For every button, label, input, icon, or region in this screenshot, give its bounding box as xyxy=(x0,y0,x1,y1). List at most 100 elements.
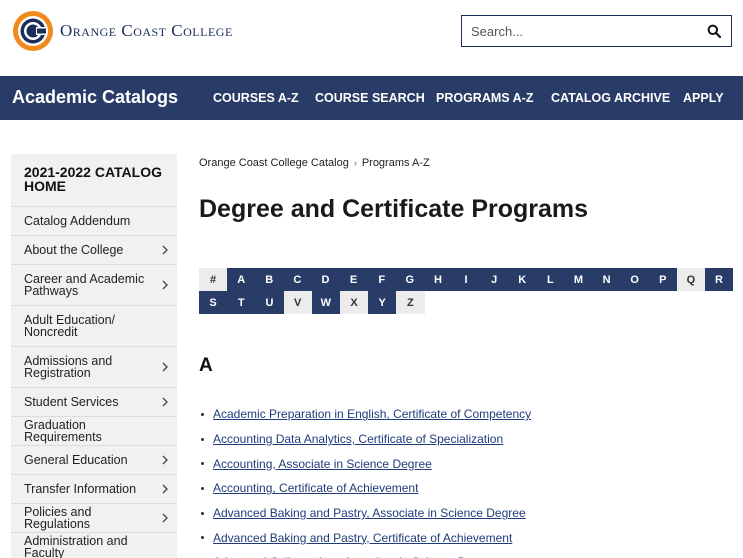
sidebar-item[interactable]: Student Services xyxy=(11,388,177,417)
letter-index-row: # A B C D E F G H I J K L M N O P Q R xyxy=(199,268,734,291)
letter-index-button[interactable]: B xyxy=(255,268,284,291)
chevron-right-icon[interactable] xyxy=(161,362,169,372)
sidebar-item-label: Student Services xyxy=(24,395,119,409)
nav-programs-a-z[interactable]: PROGRAMS A-Z xyxy=(436,91,533,105)
letter-index-button[interactable]: S xyxy=(199,291,228,314)
bullet-icon xyxy=(201,437,204,441)
list-item: Accounting, Associate in Science Degree xyxy=(201,451,531,476)
letter-index-button[interactable]: R xyxy=(704,268,734,291)
program-link[interactable]: Accounting Data Analytics, Certificate o… xyxy=(213,432,503,446)
sidebar-catalog-home[interactable]: 2021-2022 CATALOG HOME xyxy=(11,154,177,207)
college-logo-icon[interactable] xyxy=(12,10,54,52)
letter-index-button[interactable]: M xyxy=(564,268,593,291)
chevron-right-icon[interactable] xyxy=(161,513,169,523)
program-link[interactable]: Academic Preparation in English, Certifi… xyxy=(213,407,531,421)
sidebar-item[interactable]: Transfer Information xyxy=(11,475,177,504)
breadcrumb-current: Programs A-Z xyxy=(361,157,430,169)
bullet-icon xyxy=(201,462,204,466)
program-link[interactable]: Advanced Baking and Pastry, Associate in… xyxy=(213,506,526,520)
letter-index-button[interactable]: T xyxy=(227,291,256,314)
list-item: Advanced Baking and Pastry, Associate in… xyxy=(201,501,531,526)
nav-apply[interactable]: APPLY xyxy=(683,91,724,105)
sidebar-item[interactable]: Admissions and Registration xyxy=(11,347,177,388)
list-item: Advanced Baking and Pastry, Certificate … xyxy=(201,525,531,550)
letter-index-row: STUVWXYZ xyxy=(199,291,733,314)
list-item: Accounting Data Analytics, Certificate o… xyxy=(201,427,531,452)
letter-index-button: Z xyxy=(396,291,425,314)
letter-index-button[interactable]: N xyxy=(592,268,621,291)
sidebar-item-label: Policies and Regulations xyxy=(24,505,92,531)
search-box[interactable] xyxy=(461,15,732,47)
program-list: Academic Preparation in English, Certifi… xyxy=(201,402,531,558)
letter-index-button[interactable]: A xyxy=(227,268,256,291)
page-title: Degree and Certificate Programs xyxy=(199,195,589,223)
letter-index-button[interactable]: W xyxy=(311,291,340,314)
sidebar-item[interactable]: Graduation Requirements xyxy=(11,417,177,446)
catalog-brand[interactable]: Academic Catalogs xyxy=(12,87,178,108)
nav-course-search[interactable]: COURSE SEARCH xyxy=(315,91,425,105)
program-link[interactable]: Accounting, Certificate of Achievement xyxy=(213,481,418,495)
sidebar-nav: 2021-2022 CATALOG HOME Catalog Addendum A… xyxy=(11,154,177,558)
sidebar-item-label: General Education xyxy=(24,453,128,467)
breadcrumb-parent[interactable]: Orange Coast College Catalog xyxy=(199,157,349,169)
sidebar-item-label: About the College xyxy=(24,243,124,257)
letter-index-button[interactable]: C xyxy=(283,268,312,291)
bullet-icon xyxy=(201,486,204,490)
letter-index-button[interactable]: O xyxy=(620,268,649,291)
sidebar-item-label: Career and Academic Pathways xyxy=(24,272,145,298)
nav-courses-a-z[interactable]: COURSES A-Z xyxy=(213,91,299,105)
letter-index-button: # xyxy=(199,268,228,291)
search-icon[interactable] xyxy=(707,24,721,38)
letter-index-button: Q xyxy=(676,268,705,291)
sidebar-item-label: Adult Education/ Noncredit xyxy=(24,313,116,339)
sidebar-item[interactable]: About the College xyxy=(11,236,177,265)
sidebar-item[interactable]: Adult Education/ Noncredit xyxy=(11,306,177,347)
chevron-right-icon[interactable] xyxy=(161,484,169,494)
program-link[interactable]: Advanced Baking and Pastry, Certificate … xyxy=(213,531,512,545)
sidebar-item-label: Graduation Requirements xyxy=(24,418,102,444)
letter-index: # A B C D E F G H I J K L M N O P Q R STUVWXYZ xyxy=(199,268,734,314)
sidebar-item[interactable]: General Education xyxy=(11,446,177,475)
letter-index-button[interactable]: J xyxy=(480,268,509,291)
main-navbar: Academic Catalogs COURSES A-Z COURSE SEA… xyxy=(0,76,743,120)
bullet-icon xyxy=(201,412,204,416)
letter-index-button[interactable]: F xyxy=(367,268,396,291)
list-item: Accounting, Certificate of Achievement xyxy=(201,476,531,501)
list-item: Academic Preparation in English, Certifi… xyxy=(201,402,531,427)
chevron-right-icon[interactable] xyxy=(161,397,169,407)
bullet-icon xyxy=(201,511,204,515)
sidebar-item[interactable]: Administration and Faculty xyxy=(11,533,177,558)
letter-index-button[interactable]: D xyxy=(311,268,340,291)
chevron-right-icon[interactable] xyxy=(161,245,169,255)
breadcrumb: Orange Coast College Catalog › Programs A-… xyxy=(199,157,430,169)
sidebar-item[interactable]: Career and Academic Pathways xyxy=(11,265,177,306)
sidebar-item[interactable]: Policies and Regulations xyxy=(11,504,177,533)
letter-index-button[interactable]: H xyxy=(423,268,452,291)
chevron-right-icon[interactable] xyxy=(161,455,169,465)
letter-index-button[interactable]: E xyxy=(339,268,368,291)
sidebar-item-label: Admissions and Registration xyxy=(24,354,113,380)
chevron-right-icon[interactable] xyxy=(161,280,169,290)
nav-catalog-archive[interactable]: CATALOG ARCHIVE xyxy=(551,91,670,105)
letter-index-button[interactable]: Y xyxy=(368,291,397,314)
letter-index-button[interactable]: U xyxy=(255,291,284,314)
sidebar-item-label: Transfer Information xyxy=(24,482,137,496)
letter-index-button: V xyxy=(283,291,312,314)
sidebar-item[interactable]: Catalog Addendum xyxy=(11,207,177,236)
section-heading: A xyxy=(199,355,213,376)
site-header: Orange Coast College xyxy=(0,0,743,76)
search-input[interactable] xyxy=(462,16,692,46)
letter-index-button[interactable]: G xyxy=(395,268,424,291)
letter-index-button[interactable]: P xyxy=(648,268,677,291)
sidebar-item-label: Administration and Faculty xyxy=(24,534,128,558)
letter-index-button[interactable]: L xyxy=(536,268,565,291)
breadcrumb-separator-icon: › xyxy=(353,158,357,168)
sidebar-item-label: Catalog Addendum xyxy=(24,214,131,228)
letter-index-button[interactable]: I xyxy=(451,268,481,291)
bullet-icon xyxy=(201,536,204,540)
letter-index-button: X xyxy=(339,291,369,314)
list-item: Advanced Culinary Arts, Associate in Sci… xyxy=(201,550,531,558)
college-name[interactable]: Orange Coast College xyxy=(60,21,233,41)
program-link[interactable]: Accounting, Associate in Science Degree xyxy=(213,457,432,471)
letter-index-button[interactable]: K xyxy=(508,268,537,291)
